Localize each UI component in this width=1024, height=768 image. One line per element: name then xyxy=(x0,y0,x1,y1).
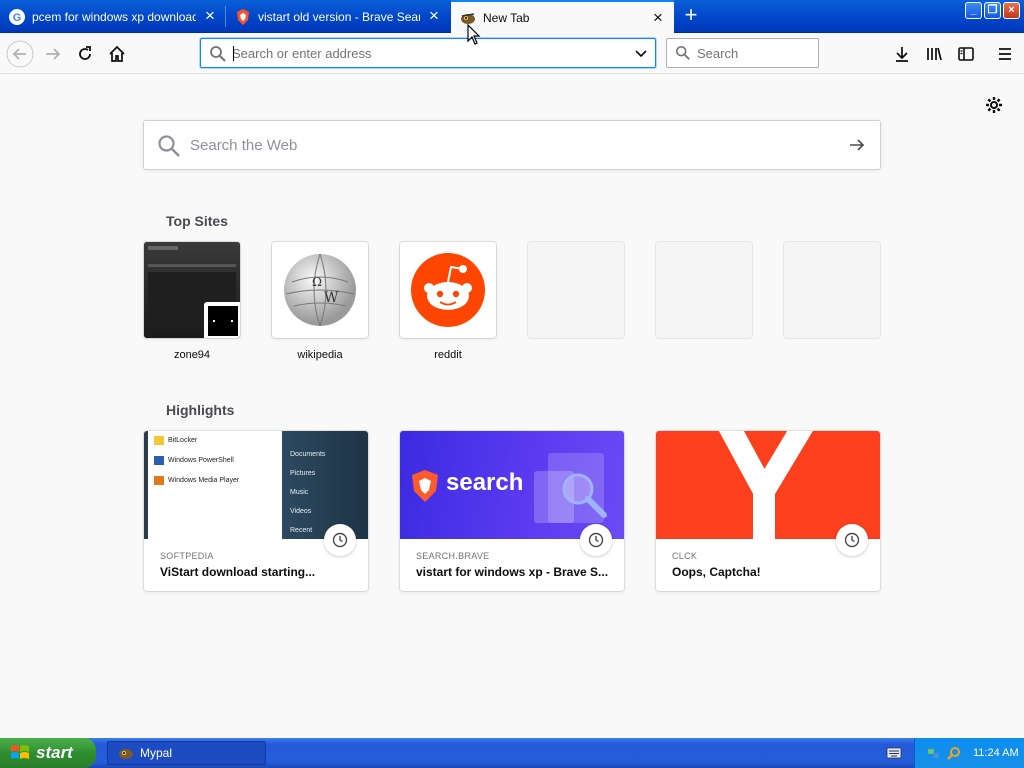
tab-strip: G pcem for windows xp download - Go × vi… xyxy=(0,0,1024,34)
tab-pcem[interactable]: G pcem for windows xp download - Go × xyxy=(0,0,226,33)
close-tab-icon[interactable]: × xyxy=(202,7,218,24)
back-button[interactable] xyxy=(6,40,34,68)
site-label: reddit xyxy=(434,349,462,361)
highlight-title: vistart for windows xp - Brave S... xyxy=(416,565,609,579)
tab-title: New Tab xyxy=(483,11,530,25)
top-site-empty xyxy=(656,242,752,338)
menu-button[interactable] xyxy=(991,40,1019,68)
tab-vistart[interactable]: vistart old version - Brave Search × xyxy=(226,0,450,33)
highlight-source: SOFTPEDIA xyxy=(160,551,214,561)
top-site-empty xyxy=(784,242,880,338)
close-tab-icon[interactable]: × xyxy=(650,9,666,26)
reload-button[interactable] xyxy=(71,40,99,68)
wikipedia-logo-icon: Ω W xyxy=(272,242,368,338)
reload-icon xyxy=(79,46,91,60)
svg-text:G: G xyxy=(13,12,22,24)
forward-button[interactable] xyxy=(39,40,67,68)
highlight-card[interactable]: BitLocker Windows PowerShell Windows Med… xyxy=(144,431,368,591)
customize-gear-button[interactable] xyxy=(983,94,1005,116)
mypal-icon xyxy=(119,749,133,759)
clock-icon xyxy=(836,524,868,556)
top-site-reddit[interactable]: reddit xyxy=(400,242,496,361)
restore-button[interactable]: ❐ xyxy=(984,2,1001,19)
search-icon xyxy=(210,46,226,62)
highlight-source: SEARCH.BRAVE xyxy=(416,551,490,561)
top-site-zone94[interactable]: zone94 xyxy=(144,242,240,361)
brave-banner-text: search xyxy=(446,469,524,496)
downloads-button[interactable] xyxy=(888,40,916,68)
taskbar-item-mypal[interactable]: Mypal xyxy=(107,741,266,765)
system-tray: 11:24 AM xyxy=(914,738,1024,768)
search-tray-icon[interactable] xyxy=(947,746,961,760)
top-sites-heading: Top Sites xyxy=(166,213,228,229)
magnifier-icon xyxy=(562,473,607,518)
web-search-input[interactable] xyxy=(190,135,810,155)
library-icon xyxy=(927,47,942,61)
tab-title: pcem for windows xp download - Go xyxy=(32,9,196,24)
url-bar[interactable] xyxy=(200,38,656,68)
home-button[interactable] xyxy=(103,40,131,68)
close-tab-icon[interactable]: × xyxy=(426,7,442,24)
clock-time: 11:24 AM xyxy=(973,747,1019,759)
search-bar[interactable] xyxy=(666,38,819,68)
new-tab-button[interactable]: + xyxy=(678,4,704,29)
sidebar-icon xyxy=(958,47,974,61)
taskbar: start Mypal 11:24 AM xyxy=(0,738,1024,768)
chevron-down-icon xyxy=(635,50,647,58)
svg-text:Ω: Ω xyxy=(312,275,322,289)
clock-icon xyxy=(580,524,612,556)
window-controls: _ ❐ × xyxy=(965,2,1020,19)
top-site-wikipedia[interactable]: Ω W wikipedia xyxy=(272,242,368,361)
task-label: Mypal xyxy=(140,746,173,760)
library-button[interactable] xyxy=(920,40,948,68)
brave-lion-icon xyxy=(412,470,438,502)
web-search-box[interactable] xyxy=(143,120,881,170)
search-icon xyxy=(675,45,690,60)
network-icon[interactable] xyxy=(927,746,941,760)
highlights-heading: Highlights xyxy=(166,402,235,418)
reddit-logo-icon xyxy=(400,242,496,338)
search-icon xyxy=(158,135,180,157)
search-input[interactable] xyxy=(697,45,812,62)
highlight-thumbnail: BitLocker Windows PowerShell Windows Med… xyxy=(144,431,368,539)
arrow-right-icon xyxy=(850,139,865,151)
start-button[interactable]: start xyxy=(0,738,96,768)
tab-new-tab[interactable]: New Tab × xyxy=(451,0,674,34)
site-thumbnail xyxy=(144,242,240,338)
svg-text:W: W xyxy=(324,290,339,306)
clock-icon xyxy=(324,524,356,556)
hamburger-menu-icon xyxy=(999,48,1011,60)
highlight-title: ViStart download starting... xyxy=(160,565,316,579)
brave-icon xyxy=(235,8,251,25)
highlight-thumbnail xyxy=(656,431,880,539)
highlight-title: Oops, Captcha! xyxy=(672,565,761,579)
minimize-button[interactable]: _ xyxy=(965,2,982,19)
close-window-button[interactable]: × xyxy=(1003,2,1020,19)
nav-toolbar xyxy=(0,34,1024,74)
sidebar-button[interactable] xyxy=(952,40,980,68)
url-input[interactable] xyxy=(232,44,622,63)
yandex-logo-icon xyxy=(718,431,813,539)
gear-icon xyxy=(986,97,1002,113)
top-site-empty xyxy=(528,242,624,338)
start-label: start xyxy=(36,743,73,762)
download-icon xyxy=(896,47,908,62)
forward-arrow-icon xyxy=(46,48,61,60)
google-icon: G xyxy=(9,8,25,25)
back-arrow-icon xyxy=(6,40,34,68)
tab-title: vistart old version - Brave Search xyxy=(258,9,420,24)
mouse-cursor-icon xyxy=(467,24,481,45)
highlight-card[interactable]: search SEARCH.BRAVE vistart for windows … xyxy=(400,431,624,591)
site-label: wikipedia xyxy=(297,349,343,361)
highlight-card[interactable]: CLCK Oops, Captcha! xyxy=(656,431,880,591)
site-label: zone94 xyxy=(173,349,211,361)
highlight-source: CLCK xyxy=(672,551,698,561)
text-caret xyxy=(233,46,234,61)
highlight-thumbnail: search xyxy=(400,431,624,539)
keyboard-icon[interactable] xyxy=(886,746,902,760)
windows-logo-icon xyxy=(11,745,29,759)
home-icon xyxy=(109,45,125,62)
